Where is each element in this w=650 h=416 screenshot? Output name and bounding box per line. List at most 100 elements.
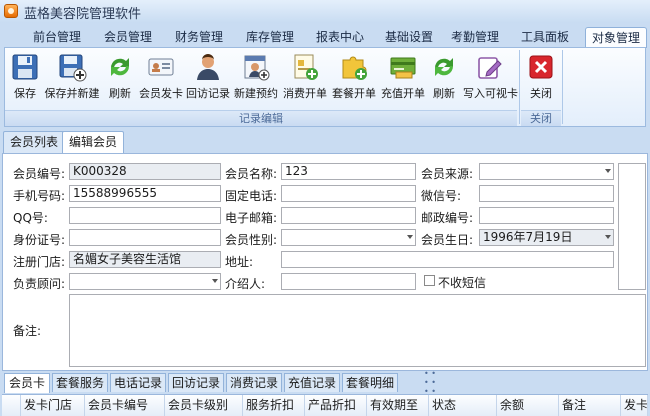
member-photo-box[interactable] [618, 163, 646, 290]
tab-edit-member[interactable]: 编辑会员 [62, 131, 125, 154]
column-header[interactable]: 备注 [559, 395, 621, 416]
document-plus-icon [294, 54, 318, 80]
wechat-label: 微信号: [421, 189, 462, 203]
member-name-field[interactable]: 123 [281, 163, 416, 180]
column-header[interactable]: 产品折扣 [305, 395, 367, 416]
dropdown-arrow-icon[interactable] [600, 230, 613, 245]
idcard-field[interactable] [69, 229, 221, 246]
column-header[interactable]: 服务折扣 [243, 395, 305, 416]
puzzle-plus-icon [342, 56, 367, 80]
column-header[interactable]: 状态 [429, 395, 497, 416]
tab-member[interactable]: 会员管理 [99, 27, 157, 47]
group-separator [562, 50, 563, 124]
qq-field[interactable] [69, 207, 221, 224]
tab-recharge-record[interactable]: 充值记录 [284, 373, 340, 392]
tab-package-service[interactable]: 套餐服务 [52, 373, 108, 392]
tab-reports[interactable]: 报表中心 [311, 27, 369, 47]
issue-card-button[interactable]: 会员发卡 [139, 51, 183, 103]
address-label: 地址: [225, 255, 254, 269]
no-sms-checkbox[interactable] [424, 275, 435, 286]
consultant-label: 负责顾问: [13, 277, 66, 291]
tab-consume-record[interactable]: 消费记录 [226, 373, 282, 392]
visit-record-button[interactable]: 回访记录 [186, 51, 230, 103]
issue-card-label: 会员发卡 [139, 87, 183, 100]
consume-order-label: 消费开单 [283, 87, 327, 100]
id-card-icon [148, 58, 174, 76]
column-header[interactable]: 余额 [497, 395, 559, 416]
tab-attendance[interactable]: 考勤管理 [446, 27, 504, 47]
consultant-dropdown[interactable] [69, 273, 221, 290]
refresh-button-2[interactable]: 刷新 [428, 51, 460, 103]
birthday-picker[interactable]: 1996年7月19日 [479, 229, 614, 246]
pencil-edit-icon [478, 57, 502, 79]
save-and-new-label: 保存并新建 [44, 87, 100, 100]
column-header[interactable]: 会员卡编号 [85, 395, 165, 416]
tab-object-management[interactable]: 对象管理 [585, 27, 647, 48]
tab-visit-record[interactable]: 回访记录 [168, 373, 224, 392]
tab-tools[interactable]: 工具面板 [516, 27, 574, 47]
wechat-field[interactable] [479, 185, 614, 202]
source-label: 会员来源: [421, 167, 474, 181]
tab-member-card[interactable]: 会员卡 [4, 373, 50, 393]
person-icon [197, 54, 219, 80]
refresh-label-2: 刷新 [433, 87, 455, 100]
gender-dropdown[interactable] [281, 229, 416, 246]
write-visual-card-label: 写入可视卡 [463, 87, 518, 100]
address-field[interactable] [281, 251, 614, 268]
phone-field[interactable] [281, 185, 416, 202]
qq-label: QQ号: [13, 211, 48, 225]
no-sms-label: 不收短信 [438, 276, 487, 290]
new-booking-button[interactable]: 新建预约 [233, 51, 279, 103]
tab-front-desk[interactable]: 前台管理 [28, 27, 86, 47]
gender-label: 会员性别: [225, 233, 278, 247]
recharge-order-button[interactable]: 充值开单 [380, 51, 426, 103]
tab-phone-record[interactable]: 电话记录 [110, 373, 166, 392]
consume-order-button[interactable]: 消费开单 [282, 51, 328, 103]
column-header[interactable]: 有效期至 [367, 395, 429, 416]
group-close-label: 关闭 [521, 110, 561, 126]
dropdown-arrow-icon[interactable] [402, 230, 415, 245]
save-and-new-button[interactable]: 保存并新建 [43, 51, 101, 103]
tab-member-list[interactable]: 会员列表 [3, 131, 66, 153]
row-indicator-column [2, 395, 21, 416]
window-title: 蓝格美容院管理软件 [24, 7, 142, 22]
tab-package-detail[interactable]: 套餐明细 [342, 373, 398, 392]
remark-textarea[interactable] [69, 294, 646, 367]
dropdown-arrow-icon[interactable] [600, 164, 613, 179]
calendar-person-icon [244, 55, 270, 81]
refresh-button[interactable]: 刷新 [104, 51, 136, 103]
store-field[interactable]: 名媚女子美容生活馆 [69, 251, 221, 268]
close-button[interactable]: 关闭 [525, 51, 557, 103]
member-no-label: 会员编号: [13, 167, 66, 181]
column-header[interactable]: 发卡门店 [21, 395, 85, 416]
floppy-plus-icon [59, 54, 87, 82]
close-label: 关闭 [530, 87, 552, 100]
package-order-button[interactable]: 套餐开单 [331, 51, 377, 103]
column-header[interactable]: 发卡 [621, 395, 648, 416]
member-card-grid-header: 发卡门店 会员卡编号 会员卡级别 服务折扣 产品折扣 有效期至 状态 余额 备注… [2, 394, 648, 416]
member-no-field[interactable]: K000328 [69, 163, 221, 180]
tab-basic-settings[interactable]: 基础设置 [380, 27, 438, 47]
mobile-field[interactable]: 15588996555 [69, 185, 221, 202]
idcard-label: 身份证号: [13, 233, 66, 247]
remark-label: 备注: [13, 324, 42, 338]
referrer-field[interactable] [281, 273, 416, 290]
email-field[interactable] [281, 207, 416, 224]
green-refresh-icon [434, 58, 454, 76]
tab-finance[interactable]: 财务管理 [170, 27, 228, 47]
zip-label: 邮政编号: [421, 211, 474, 225]
write-visual-card-button[interactable]: 写入可视卡 [463, 51, 518, 103]
column-header[interactable]: 会员卡级别 [165, 395, 243, 416]
detail-tab-strip: 会员卡 套餐服务 电话记录 回访记录 消费记录 充值记录 套餐明细 [0, 373, 650, 393]
tab-inventory[interactable]: 库存管理 [241, 27, 299, 47]
save-button[interactable]: 保存 [9, 51, 41, 103]
store-label: 注册门店: [13, 255, 66, 269]
app-window: 蓝格美容院管理软件 前台管理 会员管理 财务管理 库存管理 报表中心 基础设置 … [0, 0, 650, 416]
title-bar: 蓝格美容院管理软件 [0, 0, 650, 23]
zip-field[interactable] [479, 207, 614, 224]
recharge-order-label: 充值开单 [381, 87, 425, 100]
source-dropdown[interactable] [479, 163, 614, 180]
app-logo-icon [4, 4, 18, 18]
dropdown-arrow-icon[interactable] [207, 274, 220, 289]
refresh-label: 刷新 [109, 87, 131, 100]
